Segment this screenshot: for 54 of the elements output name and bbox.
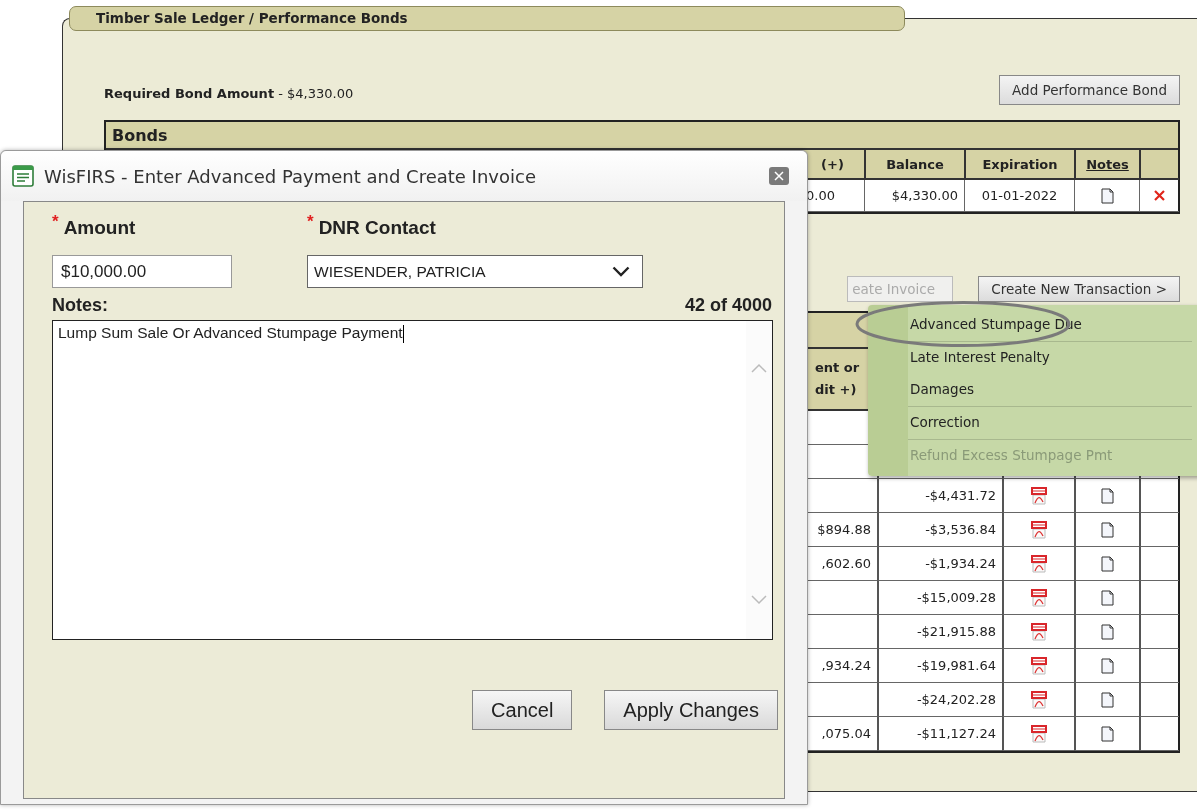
table-cell: -$1,934.24 bbox=[877, 547, 1002, 581]
table-title: Bonds bbox=[106, 122, 1178, 150]
pdf-icon[interactable] bbox=[1031, 690, 1047, 709]
chevron-down-icon bbox=[612, 266, 630, 277]
table-cell: -$21,915.88 bbox=[877, 615, 1002, 649]
pdf-icon[interactable] bbox=[1031, 656, 1047, 675]
note-icon[interactable] bbox=[1101, 623, 1114, 640]
notes-column-link[interactable]: Notes bbox=[1074, 150, 1139, 180]
menu-item[interactable]: Correction bbox=[908, 407, 1192, 439]
column-header: Expiration bbox=[964, 150, 1074, 180]
table-cell: $4,330.00 bbox=[864, 180, 964, 212]
pdf-icon[interactable] bbox=[1031, 724, 1047, 743]
table-cell: -$3,536.84 bbox=[877, 513, 1002, 547]
contact-select[interactable]: WIESENDER, PATRICIA bbox=[307, 255, 643, 288]
note-icon[interactable] bbox=[1101, 487, 1114, 504]
note-icon[interactable] bbox=[1101, 691, 1114, 708]
new-transaction-button[interactable]: Create New Transaction > bbox=[978, 276, 1180, 302]
amount-field[interactable]: $10,000.00 bbox=[52, 255, 232, 288]
note-icon[interactable] bbox=[1101, 725, 1114, 742]
amount-label: * Amount bbox=[52, 212, 137, 240]
add-bond-button[interactable]: Add Performance Bond bbox=[999, 75, 1180, 105]
column-header bbox=[1139, 150, 1179, 180]
pdf-icon[interactable] bbox=[1031, 520, 1047, 539]
contact-label: * DNR Contact bbox=[307, 212, 437, 240]
table-cell: -$4,431.72 bbox=[877, 479, 1002, 513]
close-button[interactable] bbox=[769, 167, 789, 185]
form-icon bbox=[12, 165, 34, 187]
delete-icon[interactable] bbox=[1154, 190, 1165, 201]
pdf-icon[interactable] bbox=[1031, 588, 1047, 607]
required-bond-amount: Required Bond Amount - $4,330.00 bbox=[104, 84, 354, 101]
note-icon[interactable] bbox=[1101, 589, 1114, 606]
pdf-icon[interactable] bbox=[1031, 554, 1047, 573]
table-cell: 01-01-2022 bbox=[964, 180, 1074, 212]
table-cell: -$24,202.28 bbox=[877, 683, 1002, 717]
menu-item[interactable]: Late Interest Penalty bbox=[908, 342, 1192, 374]
note-icon[interactable] bbox=[1101, 521, 1114, 538]
pdf-icon[interactable] bbox=[1031, 622, 1047, 641]
dialog-title: WisFIRS - Enter Advanced Payment and Create Invoice bbox=[44, 165, 537, 187]
apply-button[interactable]: Apply Changes bbox=[604, 690, 778, 730]
menu-item[interactable]: Advanced Stumpage Due bbox=[908, 309, 1192, 341]
panel-title: Timber Sale Ledger / Performance Bonds bbox=[69, 6, 905, 31]
note-icon[interactable] bbox=[1101, 555, 1114, 572]
note-icon[interactable] bbox=[1101, 657, 1114, 674]
cancel-button[interactable]: Cancel bbox=[472, 690, 573, 730]
table-cell: -$11,127.24 bbox=[877, 717, 1002, 751]
close-icon bbox=[774, 171, 784, 181]
character-counter: 42 of 4000 bbox=[684, 295, 772, 316]
pdf-icon[interactable] bbox=[1031, 486, 1047, 505]
table-cell: -$19,981.64 bbox=[877, 649, 1002, 683]
menu-item[interactable]: Damages bbox=[908, 374, 1192, 406]
notes-label: Notes: bbox=[52, 295, 108, 316]
column-header: Balance bbox=[864, 150, 964, 180]
table-cell: -$15,009.28 bbox=[877, 581, 1002, 615]
note-icon[interactable] bbox=[1100, 187, 1114, 204]
